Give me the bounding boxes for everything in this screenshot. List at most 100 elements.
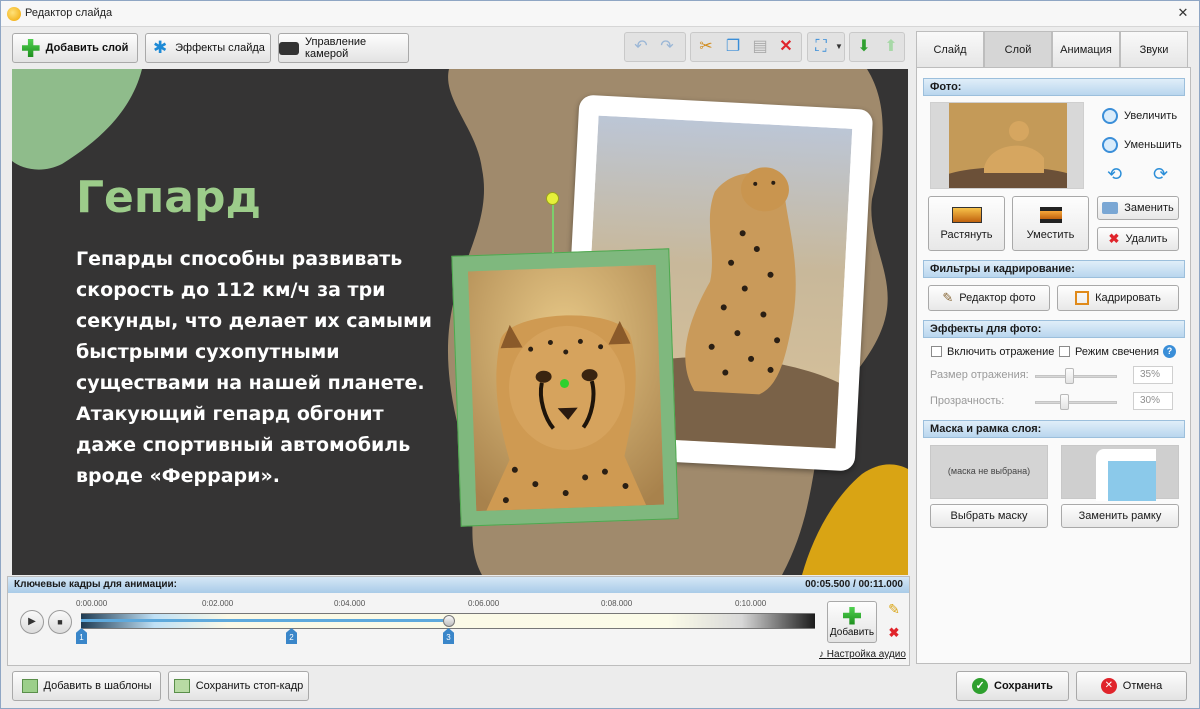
audio-settings-link[interactable]: ♪ Настройка аудио <box>819 649 906 660</box>
slide-body[interactable]: Гепарды способны развивать скорость до 1… <box>76 244 436 492</box>
timeline-title: Ключевые кадры для анимации: <box>14 579 178 590</box>
transparency-label: Прозрачность: <box>930 395 1005 407</box>
title-bar: Редактор слайда ✕ <box>1 1 1199 27</box>
fit-label: Уместить <box>1026 228 1075 241</box>
rotate-left-icon[interactable]: ⟲ <box>1107 164 1122 185</box>
reflection-check-box[interactable] <box>931 346 942 357</box>
cancel-button[interactable]: ✕ Отмена <box>1076 671 1187 701</box>
reflection-size-input[interactable]: 35% <box>1133 366 1173 384</box>
rotate-handle[interactable] <box>546 192 559 205</box>
undo-icon[interactable]: ↶ <box>631 37 651 57</box>
add-to-templates-button[interactable]: Добавить в шаблоны <box>12 671 161 701</box>
slide-title[interactable]: Гепард <box>76 172 261 223</box>
music-note-icon: ♪ <box>819 649 824 660</box>
layer-properties-panel: Фото: Увеличить Уменьшить ⟲ ⟳ Растянуть … <box>916 67 1191 664</box>
delete-icon[interactable]: ✕ <box>776 37 796 57</box>
chevron-down-icon[interactable]: ▼ <box>829 37 849 57</box>
slide-canvas[interactable]: Гепард Гепарды способны развивать скорос… <box>12 69 908 575</box>
stretch-icon <box>951 206 982 223</box>
cut-icon[interactable]: ✂ <box>696 37 716 57</box>
save-still-button[interactable]: Сохранить стоп-кадр <box>168 671 309 701</box>
snowflake-icon: ✱ <box>152 38 168 57</box>
copy-icon[interactable]: ❐ <box>723 37 743 57</box>
timeline-tick: 0:06.000 <box>468 599 500 608</box>
add-layer-label: Добавить слой <box>45 42 129 54</box>
photo-editor-button[interactable]: ✎ Редактор фото <box>928 285 1050 311</box>
tab-layer[interactable]: Слой <box>984 31 1052 68</box>
stretch-button[interactable]: Растянуть <box>928 196 1005 251</box>
still-frame-icon <box>173 679 190 693</box>
glow-check-box[interactable] <box>1059 346 1070 357</box>
tab-slide[interactable]: Слайд <box>916 31 984 67</box>
delete-photo-button[interactable]: ✖ Удалить <box>1097 227 1179 251</box>
crop-button[interactable]: Кадрировать <box>1057 285 1179 311</box>
reflection-checkbox[interactable]: Включить отражение <box>931 346 1054 358</box>
reflection-size-slider[interactable] <box>1065 368 1074 384</box>
help-icon[interactable]: ? <box>1163 345 1176 358</box>
timeline-progress <box>81 619 449 622</box>
window-title: Редактор слайда <box>25 7 113 19</box>
save-button[interactable]: ✓ Сохранить <box>956 671 1069 701</box>
crop-icon <box>1075 291 1090 305</box>
brush-icon: ✎ <box>942 290 954 305</box>
reflection-label: Включить отражение <box>947 346 1055 358</box>
paste-icon[interactable]: ▤ <box>750 37 770 57</box>
stop-button[interactable]: ■ <box>48 610 72 634</box>
move-down-icon[interactable]: ⬇ <box>854 37 874 57</box>
timeline-time: 00:05.500 / 00:11.000 <box>805 579 903 590</box>
camera-control-button[interactable]: Управление камерой <box>278 33 409 63</box>
close-window-icon[interactable]: ✕ <box>1171 4 1195 22</box>
choose-mask-button[interactable]: Выбрать маску <box>930 504 1048 528</box>
timeline-playhead[interactable] <box>443 615 455 627</box>
photo-section-header: Фото: <box>923 78 1185 96</box>
timeline-tick: 0:02.000 <box>202 599 234 608</box>
anchor-point[interactable] <box>560 379 569 388</box>
zoom-out-button[interactable]: Уменьшить <box>1102 137 1182 153</box>
move-up-icon[interactable]: ⬆ <box>881 37 901 57</box>
transparency-track[interactable] <box>1035 401 1117 404</box>
zoom-in-button[interactable]: Увеличить <box>1102 108 1177 124</box>
replace-photo-button[interactable]: Заменить <box>1097 196 1179 220</box>
tab-sounds[interactable]: Звуки <box>1120 31 1188 67</box>
glow-checkbox[interactable]: Режим свечения <box>1059 346 1159 358</box>
replace-frame-button[interactable]: Заменить рамку <box>1061 504 1179 528</box>
camera-replace-icon <box>1102 202 1119 214</box>
add-layer-button[interactable]: Добавить слой <box>12 33 138 63</box>
zoom-out-label: Уменьшить <box>1124 139 1182 151</box>
fit-screen-icon[interactable]: ⛶ <box>811 37 831 57</box>
rotate-handle-line <box>552 203 554 253</box>
mask-preview[interactable]: (маска не выбрана) <box>930 445 1048 499</box>
template-icon <box>21 679 38 693</box>
mask-placeholder: (маска не выбрана) <box>947 466 1031 476</box>
fit-button[interactable]: Уместить <box>1012 196 1089 251</box>
cheetah-face-photo <box>467 264 665 512</box>
rotate-right-icon[interactable]: ⟳ <box>1153 164 1168 185</box>
cancel-icon: ✕ <box>1100 678 1117 694</box>
edit-keyframe-icon[interactable]: ✎ <box>884 601 904 621</box>
add-keyframe-button[interactable]: Добавить <box>827 601 877 643</box>
mask-section-header: Маска и рамка слоя: <box>923 420 1185 438</box>
reflection-size-track[interactable] <box>1035 375 1117 378</box>
transparency-input[interactable]: 30% <box>1133 392 1173 410</box>
delete-keyframe-icon[interactable]: ✖ <box>884 625 904 645</box>
filters-section-header: Фильтры и кадрирование: <box>923 260 1185 278</box>
timeline-tick: 0:04.000 <box>334 599 366 608</box>
thumbnail-image <box>949 103 1067 188</box>
add-to-templates-label: Добавить в шаблоны <box>43 680 152 692</box>
photo-thumbnail[interactable] <box>930 102 1084 189</box>
transparency-slider[interactable] <box>1060 394 1069 410</box>
frame-preview[interactable] <box>1061 445 1179 501</box>
slide-editor-window: Редактор слайда ✕ Добавить слой ✱ Эффект… <box>0 0 1200 709</box>
reflection-size-label: Размер отражения: <box>930 369 1029 381</box>
redo-icon[interactable]: ↷ <box>657 37 677 57</box>
stretch-label: Растянуть <box>940 228 993 241</box>
zoom-in-label: Увеличить <box>1124 110 1178 122</box>
slide-effects-button[interactable]: ✱ Эффекты слайда <box>145 33 271 63</box>
play-button[interactable]: ▶ <box>20 610 44 634</box>
slide-effects-label: Эффекты слайда <box>175 42 265 54</box>
frame-preview-image <box>1096 449 1156 501</box>
glow-label: Режим свечения <box>1075 346 1159 358</box>
tab-animation[interactable]: Анимация <box>1052 31 1120 67</box>
effects-section-header: Эффекты для фото: <box>923 320 1185 338</box>
add-keyframe-icon <box>843 606 861 625</box>
